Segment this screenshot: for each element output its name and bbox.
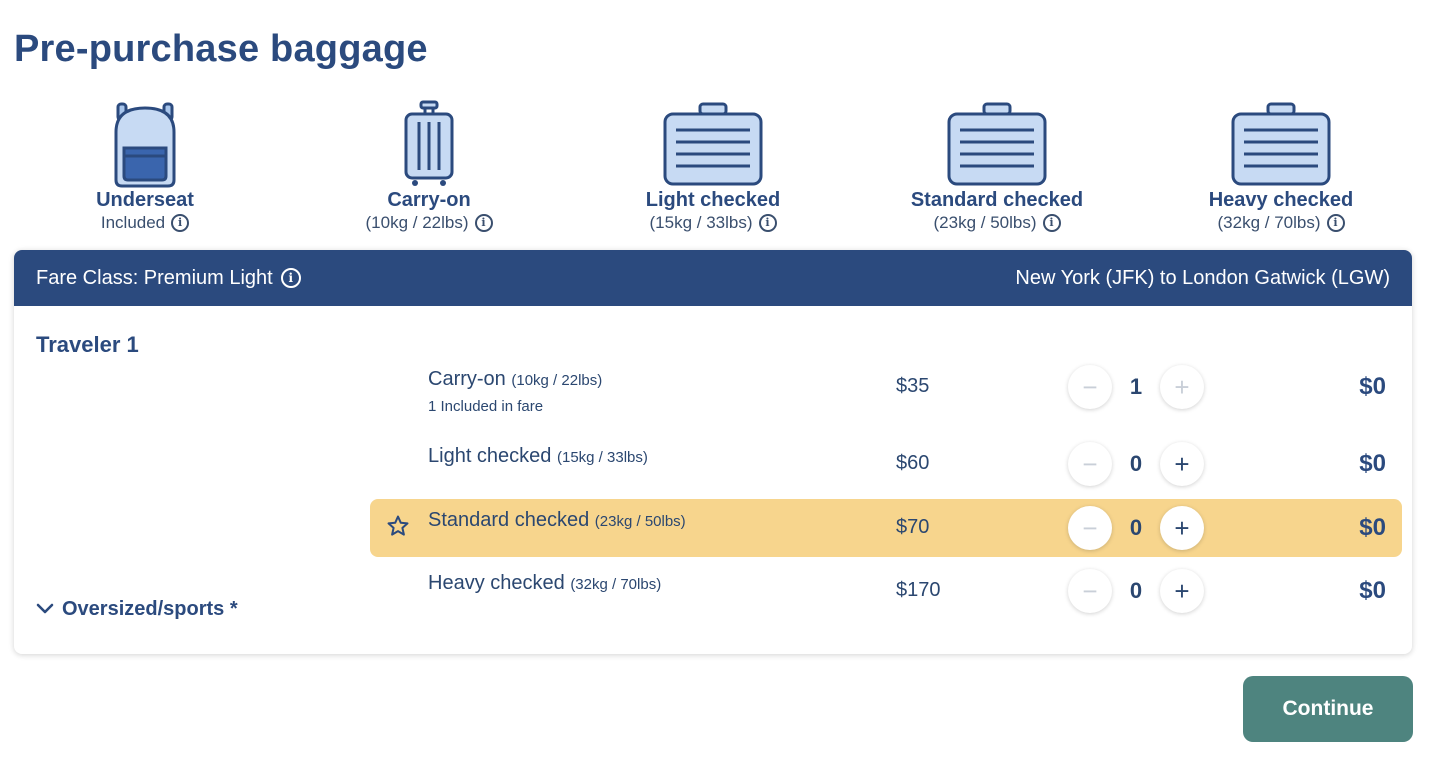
minus-icon: − (1082, 512, 1098, 543)
bag-name: Carry-on (387, 189, 471, 211)
bag-allowance: (23kg / 50lbs) (933, 213, 1037, 232)
plus-icon: + (1174, 512, 1190, 543)
chevron-down-icon (36, 598, 54, 621)
row-price: $60 (896, 452, 930, 474)
info-icon[interactable]: i (758, 214, 777, 232)
oversized-label: Oversized/sports * (62, 598, 238, 620)
increment-button[interactable]: + (1160, 569, 1204, 613)
bag-name: Heavy checked (1208, 189, 1354, 211)
baggage-row-heavy-checked: Heavy checked (32kg / 70lbs) $170 − 0 + … (370, 562, 1402, 620)
checked-bag-icon (1161, 100, 1401, 188)
row-weight: (32kg / 70lbs) (570, 576, 662, 593)
row-label: Carry-on (428, 368, 506, 390)
bag-allowance: Included (100, 213, 166, 232)
plus-icon: + (1174, 575, 1190, 606)
bag-name: Underseat (96, 189, 194, 211)
info-icon[interactable]: i (171, 214, 190, 232)
row-total: $0 (1359, 450, 1386, 477)
row-weight: (10kg / 22lbs) (511, 372, 603, 389)
baggage-panel: Fare Class: Premium Light i New York (JF… (14, 250, 1412, 654)
traveler-label: Traveler 1 (36, 332, 139, 357)
row-price: $70 (896, 516, 930, 538)
checked-bag-icon (593, 100, 833, 188)
quantity-stepper: − 0 + (1068, 569, 1204, 613)
decrement-button[interactable]: − (1068, 569, 1112, 613)
decrement-button[interactable]: − (1068, 442, 1112, 486)
carry-on-suitcase-icon (309, 100, 549, 188)
baggage-row-light-checked: Light checked (15kg / 33lbs) $60 − 0 + $… (370, 435, 1402, 493)
info-icon[interactable]: i (1042, 214, 1061, 232)
bag-allowance: (15kg / 33lbs) (649, 213, 753, 232)
quantity-value: 0 (1129, 515, 1143, 540)
baggage-row-carry-on: Carry-on (10kg / 22lbs) 1 Included in fa… (370, 358, 1402, 416)
backpack-icon (25, 100, 265, 188)
bag-name: Standard checked (910, 189, 1084, 211)
bag-underseat: Underseat Included i (25, 100, 265, 234)
quantity-stepper: − 1 + (1068, 365, 1204, 409)
row-note: 1 Included in fare (428, 398, 544, 415)
baggage-types: Underseat Included i Carry-on (10kg / 22l… (0, 100, 1432, 240)
bag-carry-on: Carry-on (10kg / 22lbs) i (309, 100, 549, 234)
route-label: New York (JFK) to London Gatwick (LGW) (1015, 266, 1390, 289)
minus-icon: − (1082, 575, 1098, 606)
page-title: Pre-purchase baggage (14, 28, 428, 70)
increment-button[interactable]: + (1160, 506, 1204, 550)
decrement-button[interactable]: − (1068, 365, 1112, 409)
plus-icon: + (1174, 371, 1190, 402)
plus-icon: + (1174, 448, 1190, 479)
quantity-stepper: − 0 + (1068, 506, 1204, 550)
row-label: Standard checked (428, 509, 590, 531)
row-total: $0 (1359, 514, 1386, 541)
row-weight: (15kg / 33lbs) (556, 449, 648, 466)
oversized-sports-toggle[interactable]: Oversized/sports * (36, 598, 238, 621)
info-icon[interactable]: i (1326, 214, 1345, 232)
row-label: Light checked (428, 445, 552, 467)
bag-standard-checked: Standard checked (23kg / 50lbs) i (877, 100, 1117, 234)
row-price: $170 (896, 579, 941, 601)
row-price: $35 (896, 375, 930, 397)
checked-bag-icon (877, 100, 1117, 188)
baggage-row-standard-checked: Standard checked (23kg / 50lbs) $70 − 0 … (370, 499, 1402, 557)
minus-icon: − (1082, 448, 1098, 479)
increment-button[interactable]: + (1160, 442, 1204, 486)
bag-allowance: (10kg / 22lbs) (365, 213, 469, 232)
star-icon (386, 514, 410, 543)
minus-icon: − (1082, 371, 1098, 402)
info-icon[interactable]: i (474, 214, 493, 232)
row-total: $0 (1359, 577, 1386, 604)
continue-button[interactable]: Continue (1243, 676, 1413, 742)
quantity-stepper: − 0 + (1068, 442, 1204, 486)
panel-header: Fare Class: Premium Light i New York (JF… (14, 250, 1412, 306)
row-label: Heavy checked (428, 572, 565, 594)
bag-name: Light checked (645, 189, 781, 211)
quantity-value: 0 (1129, 451, 1143, 476)
info-icon[interactable]: i (280, 268, 301, 288)
decrement-button[interactable]: − (1068, 506, 1112, 550)
fare-class-label: Fare Class: Premium Light (36, 266, 273, 289)
row-weight: (23kg / 50lbs) (594, 513, 686, 530)
bag-heavy-checked: Heavy checked (32kg / 70lbs) i (1161, 100, 1401, 234)
increment-button[interactable]: + (1160, 365, 1204, 409)
quantity-value: 1 (1129, 374, 1143, 399)
bag-light-checked: Light checked (15kg / 33lbs) i (593, 100, 833, 234)
quantity-value: 0 (1129, 578, 1143, 603)
bag-allowance: (32kg / 70lbs) (1217, 213, 1321, 232)
row-total: $0 (1359, 373, 1386, 400)
